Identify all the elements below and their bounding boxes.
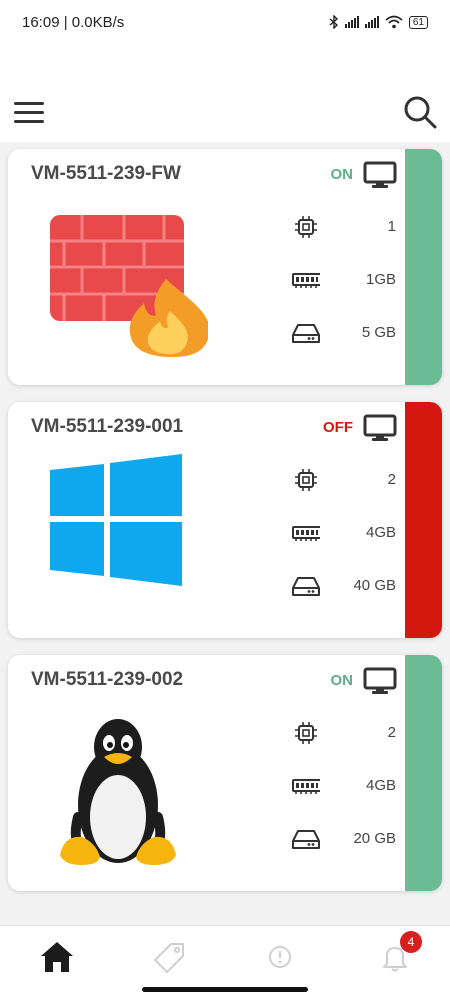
vm-name: VM-5511-239-001 (31, 416, 184, 437)
vm-state: OFF (323, 419, 353, 436)
disk-value: 20 GB (353, 830, 396, 847)
ram-spec: 1GB (292, 267, 396, 293)
alert-circle-icon[interactable] (262, 940, 298, 974)
hard-drive-icon (292, 324, 320, 343)
disk-value: 5 GB (361, 324, 396, 341)
ram-memory-icon (292, 526, 320, 541)
signal-icon-2 (364, 16, 379, 28)
cpu-value: 2 (387, 471, 396, 488)
console-monitor-icon[interactable] (363, 161, 397, 189)
vm-card[interactable]: VM-5511-239-001 OFF 2 4GB 40 GB (8, 402, 442, 638)
vm-name: VM-5511-239-FW (31, 163, 181, 184)
ram-value: 4GB (365, 777, 396, 794)
windows-logo-icon (50, 454, 182, 586)
signal-icon (344, 16, 359, 28)
status-time: 16:09 | 0.0KB/s (22, 13, 125, 31)
bluetooth-icon (329, 15, 338, 29)
vm-card[interactable]: VM-5511-239-FW ON 1 1GB 5 GB (8, 149, 442, 385)
app-bar (0, 44, 450, 142)
linux-tux-icon (60, 719, 176, 865)
ram-spec: 4GB (292, 773, 396, 799)
hard-drive-icon (292, 577, 320, 596)
home-icon[interactable] (39, 940, 75, 974)
vm-name: VM-5511-239-002 (31, 669, 184, 690)
ram-value: 4GB (365, 524, 396, 541)
tag-icon[interactable] (151, 940, 187, 974)
cpu-spec: 1 (292, 214, 396, 240)
vm-state: ON (330, 166, 354, 183)
console-monitor-icon[interactable] (363, 414, 397, 442)
battery-icon: 61 (408, 15, 428, 29)
status-bar: 16:09 | 0.0KB/s 61 (0, 0, 450, 44)
wifi-icon (385, 15, 403, 29)
disk-spec: 5 GB (292, 320, 396, 346)
search-icon[interactable] (402, 94, 438, 130)
cpu-chip-icon (295, 216, 317, 238)
vm-card[interactable]: VM-5511-239-002 ON 2 4GB 20 GB (8, 655, 442, 891)
home-indicator (142, 987, 308, 992)
ram-spec: 4GB (292, 520, 396, 546)
vm-state: ON (330, 672, 354, 689)
disk-value: 40 GB (353, 577, 396, 594)
hard-drive-icon (292, 830, 320, 849)
status-stripe (405, 655, 442, 891)
notification-badge: 4 (400, 931, 422, 953)
status-stripe (405, 402, 442, 638)
status-stripe (405, 149, 442, 385)
cpu-spec: 2 (292, 467, 396, 493)
ram-memory-icon (292, 273, 320, 288)
cpu-spec: 2 (292, 720, 396, 746)
firewall-icon (50, 215, 208, 357)
ram-value: 1GB (365, 271, 396, 288)
hamburger-menu-icon[interactable] (14, 102, 46, 124)
cpu-chip-icon (295, 722, 317, 744)
cpu-value: 1 (387, 218, 396, 235)
disk-spec: 40 GB (292, 573, 396, 599)
disk-spec: 20 GB (292, 826, 396, 852)
cpu-chip-icon (295, 469, 317, 491)
ram-memory-icon (292, 779, 320, 794)
cpu-value: 2 (387, 724, 396, 741)
console-monitor-icon[interactable] (363, 667, 397, 695)
